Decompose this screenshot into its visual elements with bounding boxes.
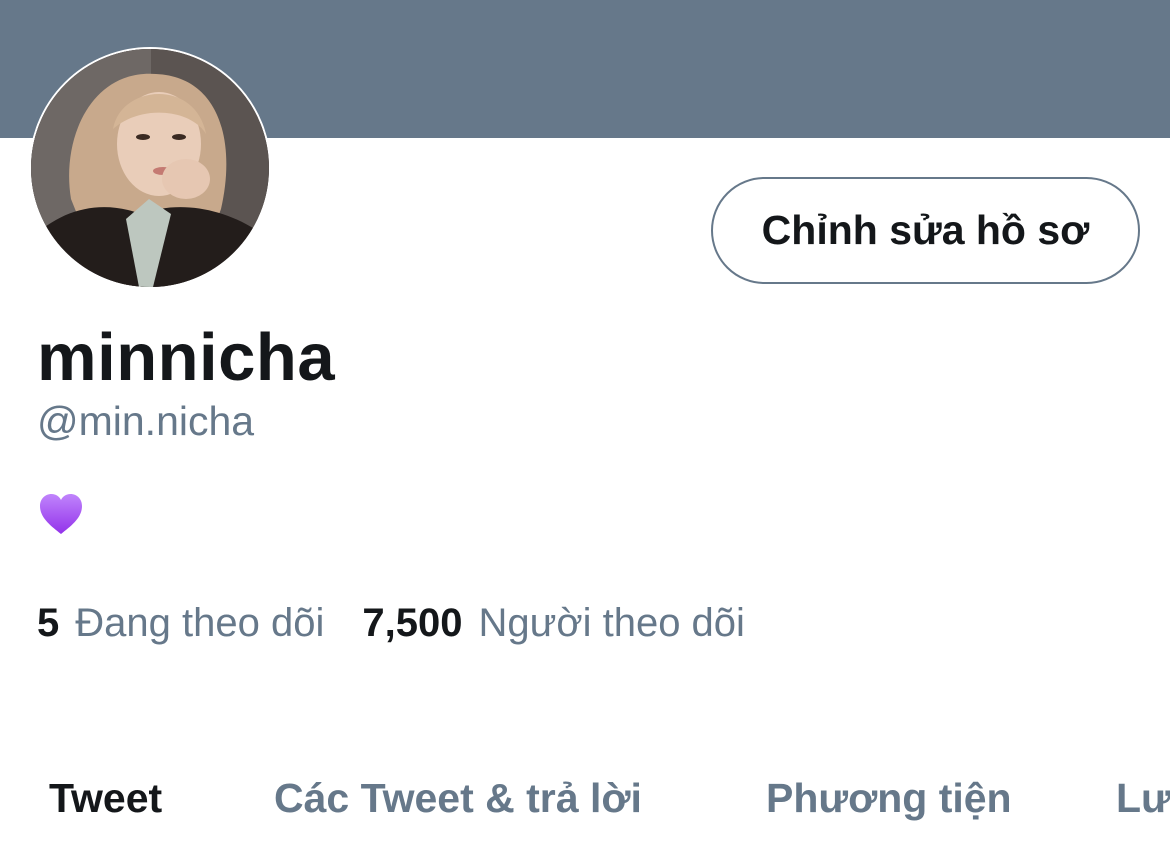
profile-page: Chỉnh sửa hồ sơ minnicha @min.nicha 5 Đa… — [0, 0, 1170, 856]
following-label: Đang theo dõi — [75, 601, 325, 645]
tab-tweets[interactable]: Tweet — [49, 768, 162, 828]
avatar[interactable] — [29, 47, 271, 289]
profile-tabs: Tweet Các Tweet & trả lời Phương tiện Lư… — [0, 768, 1170, 828]
display-name: minnicha — [37, 320, 336, 395]
followers-stat[interactable]: 7,500 Người theo dõi — [362, 598, 745, 648]
avatar-photo — [31, 49, 269, 287]
purple-heart-icon — [37, 490, 85, 538]
tab-likes[interactable]: Lượt thích — [1116, 768, 1170, 828]
followers-label: Người theo dõi — [478, 601, 745, 645]
followers-count: 7,500 — [362, 601, 463, 645]
profile-stats: 5 Đang theo dõi 7,500 Người theo dõi — [37, 598, 745, 648]
tab-tweets-and-replies[interactable]: Các Tweet & trả lời — [274, 768, 642, 828]
tab-media[interactable]: Phương tiện — [766, 768, 1012, 828]
edit-profile-button[interactable]: Chỉnh sửa hồ sơ — [711, 177, 1140, 284]
user-handle: @min.nicha — [37, 398, 255, 444]
following-stat[interactable]: 5 Đang theo dõi — [37, 598, 324, 648]
following-count: 5 — [37, 601, 60, 645]
